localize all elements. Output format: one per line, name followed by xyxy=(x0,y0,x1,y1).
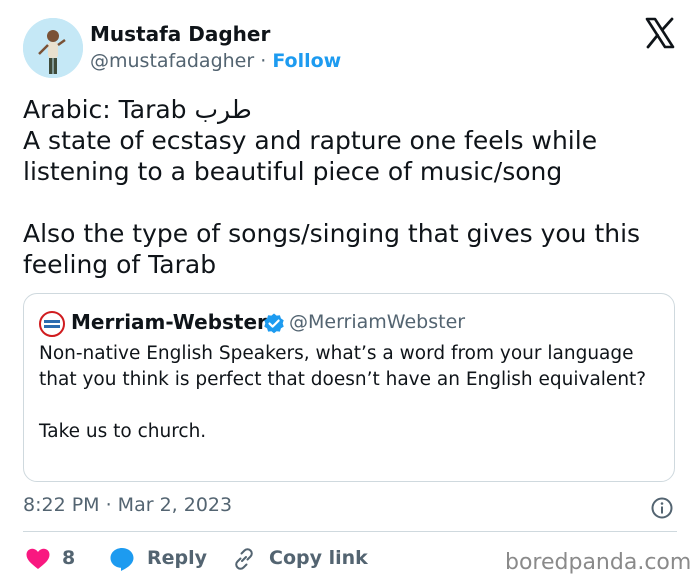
avatar-image xyxy=(23,18,83,78)
quoted-author-name[interactable]: Merriam-Webster xyxy=(71,310,267,334)
author-name[interactable]: Mustafa Dagher xyxy=(90,22,270,46)
like-count[interactable]: 8 xyxy=(62,547,75,569)
follow-button[interactable]: Follow xyxy=(272,50,341,72)
copy-link-button[interactable]: Copy link xyxy=(269,547,368,569)
quoted-author-handle[interactable]: @MerriamWebster xyxy=(289,311,465,333)
divider xyxy=(23,531,677,532)
handle-separator: · xyxy=(260,50,267,72)
quoted-tweet-text: Non-native English Speakers, what’s a wo… xyxy=(39,343,647,442)
link-icon[interactable] xyxy=(231,546,257,572)
tweet-timestamp[interactable]: 8:22 PM · Mar 2, 2023 xyxy=(23,494,232,516)
tweet-text: Arabic: Tarab طرب A state of ecstasy and… xyxy=(23,95,641,279)
info-icon[interactable] xyxy=(650,496,674,520)
author-handle[interactable]: @mustafadagher xyxy=(90,50,254,72)
reply-button[interactable]: Reply xyxy=(147,547,207,569)
watermark: boredpanda.com xyxy=(505,550,692,575)
verified-badge-icon xyxy=(262,312,286,336)
author-avatar[interactable] xyxy=(23,18,83,78)
x-logo-icon[interactable] xyxy=(643,16,677,50)
author-handle-row: @mustafadagher · Follow xyxy=(90,50,341,72)
merriam-webster-logo-icon xyxy=(39,311,65,337)
heart-icon[interactable] xyxy=(25,547,51,571)
reply-bubble-icon[interactable] xyxy=(108,546,136,572)
